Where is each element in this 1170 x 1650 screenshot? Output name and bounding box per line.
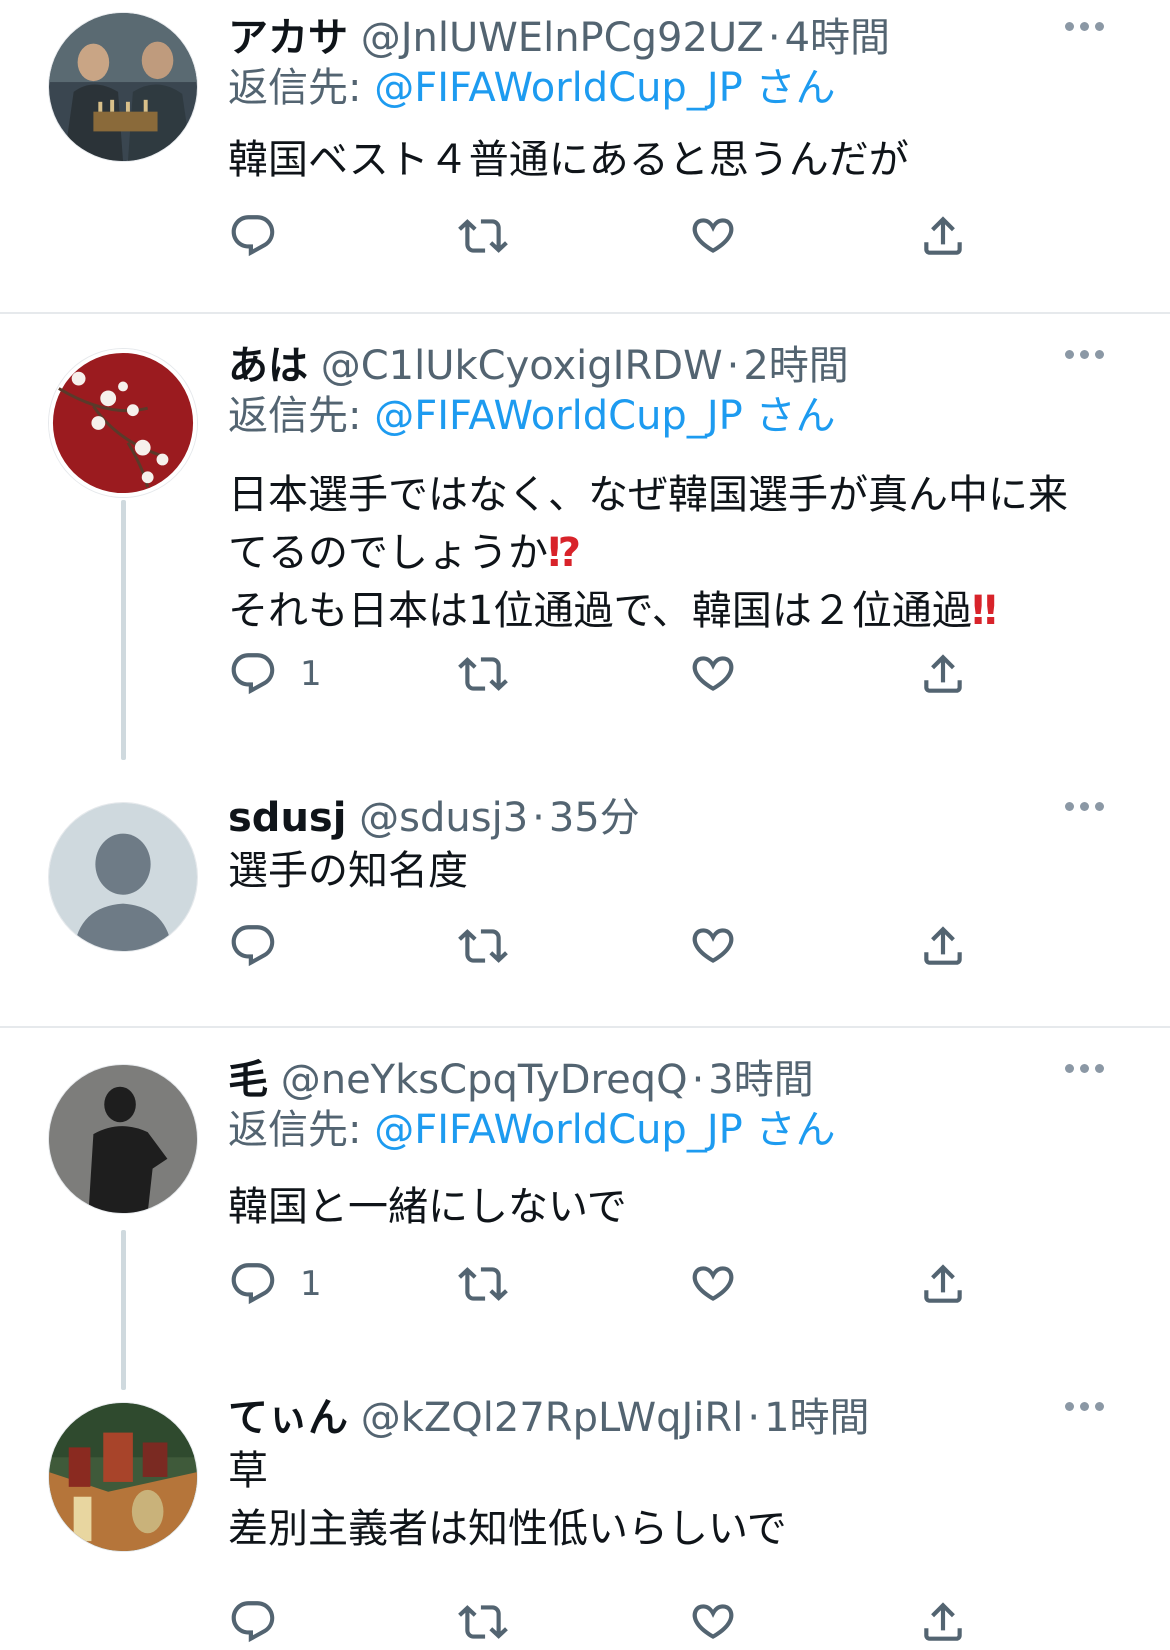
avatar[interactable] — [48, 1402, 198, 1552]
mention-link[interactable]: @FIFAWorldCup_JP — [374, 393, 743, 439]
share-icon — [918, 921, 968, 971]
like-button[interactable] — [688, 1594, 738, 1650]
retweet-icon — [458, 1597, 508, 1647]
like-icon — [688, 649, 738, 699]
reply-button[interactable]: 1 — [228, 646, 322, 702]
reply-icon — [228, 211, 278, 261]
like-icon — [688, 1597, 738, 1647]
retweet-icon — [458, 649, 508, 699]
action-bar — [228, 1594, 988, 1650]
display-name[interactable]: 毛 — [228, 1057, 268, 1103]
more-icon[interactable] — [1062, 1058, 1112, 1098]
red-plum-blossom-icon — [49, 349, 197, 497]
avatar[interactable] — [48, 802, 198, 952]
retweet-icon — [458, 921, 508, 971]
tweet-text: 草 差別主義者は知性低いらしいで — [228, 1448, 787, 1552]
share-button[interactable] — [918, 1256, 968, 1312]
share-button[interactable] — [918, 208, 968, 264]
reply-button[interactable] — [228, 1594, 278, 1650]
default-avatar-icon — [49, 803, 197, 951]
retweet-button[interactable] — [458, 208, 508, 264]
share-icon — [918, 1259, 968, 1309]
mention-link[interactable]: @FIFAWorldCup_JP — [374, 1107, 743, 1153]
like-button[interactable] — [688, 208, 738, 264]
reply-icon — [228, 1259, 278, 1309]
chess-players-photo-icon — [49, 13, 197, 161]
like-button[interactable] — [688, 918, 738, 974]
reply-icon — [228, 1597, 278, 1647]
retweet-icon — [458, 211, 508, 261]
tweet-text: 日本選手ではなく、なぜ韓国選手が真ん中に来 てるのでしょうか⁉ それも日本は1位… — [228, 472, 1068, 634]
more-icon[interactable] — [1062, 1396, 1112, 1436]
dot-separator: · — [747, 1395, 761, 1441]
avatar[interactable] — [48, 12, 198, 162]
action-bar — [228, 208, 988, 264]
retweet-button[interactable] — [458, 1594, 508, 1650]
timestamp[interactable]: 35分 — [549, 795, 640, 841]
reply-to: 返信先: @FIFAWorldCup_JP さん — [228, 393, 836, 439]
user-handle[interactable]: @sdusj3 — [359, 795, 528, 841]
action-bar: 1 — [228, 646, 988, 702]
reply-icon — [228, 649, 278, 699]
double-exclamation-emoji: ‼ — [971, 588, 997, 634]
shadow-silhouette-icon — [49, 1065, 197, 1213]
retweet-button[interactable] — [458, 918, 508, 974]
dot-separator: · — [767, 15, 781, 61]
share-button[interactable] — [918, 646, 968, 702]
retweet-button[interactable] — [458, 1256, 508, 1312]
timestamp[interactable]: 1時間 — [764, 1395, 869, 1441]
action-bar: 1 — [228, 1256, 988, 1312]
timestamp[interactable]: 2時間 — [743, 343, 848, 389]
thread-line — [121, 500, 126, 760]
like-button[interactable] — [688, 646, 738, 702]
user-handle[interactable]: @JnlUWElnPCg92UZ — [361, 15, 764, 61]
divider — [0, 312, 1170, 314]
like-button[interactable] — [688, 1256, 738, 1312]
divider — [0, 1026, 1170, 1028]
tweet-text: 韓国ベスト４普通にあると思うんだが — [228, 137, 909, 183]
tweet-text: 韓国と一緒にしないで — [228, 1184, 627, 1230]
avatar[interactable] — [48, 1064, 198, 1214]
reply-count: 1 — [300, 654, 322, 694]
reply-icon — [228, 921, 278, 971]
retweet-icon — [458, 1259, 508, 1309]
display-name[interactable]: sdusj — [228, 795, 346, 841]
retweet-button[interactable] — [458, 646, 508, 702]
display-name[interactable]: アカサ — [228, 15, 348, 61]
timestamp[interactable]: 4時間 — [785, 15, 890, 61]
like-icon — [688, 921, 738, 971]
user-handle[interactable]: @neYksCpqTyDreqQ — [281, 1057, 688, 1103]
more-icon[interactable] — [1062, 344, 1112, 384]
reply-button[interactable] — [228, 918, 278, 974]
reply-to: 返信先: @FIFAWorldCup_JP さん — [228, 65, 836, 111]
surreal-painting-icon — [49, 1403, 197, 1551]
share-icon — [918, 211, 968, 261]
avatar[interactable] — [48, 348, 198, 498]
timestamp[interactable]: 3時間 — [708, 1057, 813, 1103]
interrobang-emoji: ⁉ — [548, 530, 582, 576]
mention-link[interactable]: @FIFAWorldCup_JP — [374, 65, 743, 111]
thread-line — [121, 1230, 126, 1390]
reply-button[interactable]: 1 — [228, 1256, 322, 1312]
display-name[interactable]: てぃん — [228, 1395, 348, 1441]
dot-separator: · — [691, 1057, 705, 1103]
tweet-text: 選手の知名度 — [228, 848, 468, 894]
more-icon[interactable] — [1062, 16, 1112, 56]
share-button[interactable] — [918, 1594, 968, 1650]
action-bar — [228, 918, 988, 974]
like-icon — [688, 1259, 738, 1309]
reply-to: 返信先: @FIFAWorldCup_JP さん — [228, 1107, 836, 1153]
more-icon[interactable] — [1062, 796, 1112, 836]
dot-separator: · — [532, 795, 545, 841]
user-handle[interactable]: @kZQl27RpLWqJiRl — [361, 1395, 744, 1441]
reply-button[interactable] — [228, 208, 278, 264]
display-name[interactable]: あは — [228, 343, 308, 389]
share-button[interactable] — [918, 918, 968, 974]
dot-separator: · — [726, 343, 740, 389]
reply-count: 1 — [300, 1264, 322, 1304]
like-icon — [688, 211, 738, 261]
share-icon — [918, 1597, 968, 1647]
user-handle[interactable]: @C1lUkCyoxigIRDW — [321, 343, 723, 389]
share-icon — [918, 649, 968, 699]
